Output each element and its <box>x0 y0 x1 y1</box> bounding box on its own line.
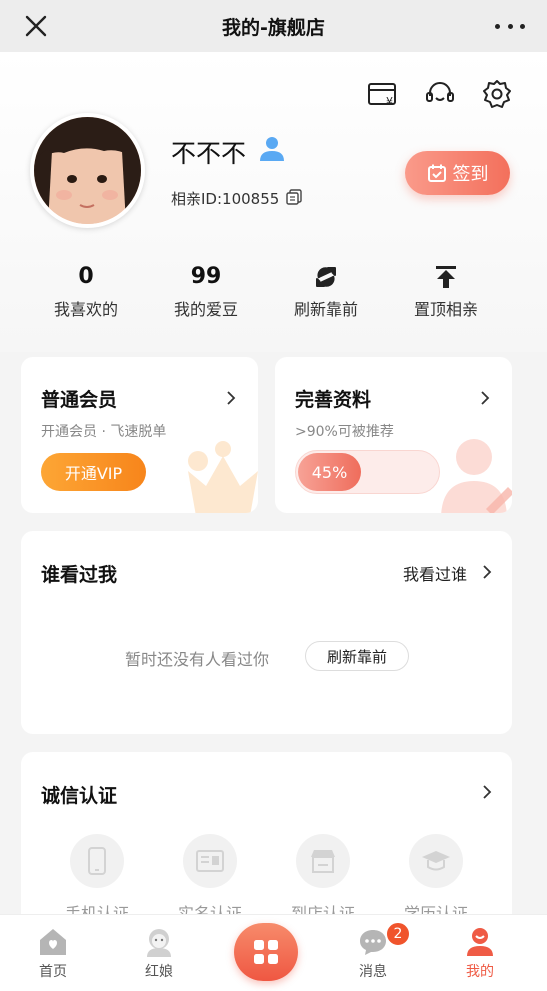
close-icon[interactable] <box>22 12 50 40</box>
grid-icon <box>254 940 278 964</box>
profile-progress-bar: 45% <box>295 450 440 494</box>
stat-likes-value: 0 <box>78 264 94 289</box>
visitors-card: 谁看过我 我看过谁 暂时还没有人看过你 刷新靠前 <box>21 531 512 734</box>
tab-home[interactable]: 首页 <box>18 925 88 981</box>
stat-likes[interactable]: 0 我喜欢的 <box>21 262 151 320</box>
pin-top-icon <box>436 266 456 288</box>
visitors-empty-text: 暂时还没有人看过你 <box>125 650 270 669</box>
profile-completion-card[interactable]: 完善资料 >90%可被推荐 45% <box>275 357 512 513</box>
chevron-right-icon[interactable] <box>480 785 494 799</box>
chevron-right-icon <box>227 391 236 405</box>
cert-education[interactable]: 学历认证 <box>396 834 476 924</box>
avatar-photo <box>34 117 141 224</box>
member-card[interactable]: 普通会员 开通会员 · 飞速脱单 开通VIP <box>21 357 258 513</box>
more-icon[interactable] <box>495 14 525 38</box>
person-edit-decoration-icon <box>441 439 512 513</box>
user-verified-icon <box>260 137 284 161</box>
tab-matchmaker[interactable]: 红娘 <box>124 925 194 981</box>
matchmaker-icon <box>147 929 171 957</box>
stat-pin-top[interactable]: 置顶相亲 <box>381 262 511 320</box>
settings-gear-icon[interactable] <box>481 78 513 110</box>
top-bar: 我的-旗舰店 <box>0 0 547 52</box>
cert-store[interactable]: 到店认证 <box>283 834 363 924</box>
phone-icon <box>88 847 106 875</box>
checkin-button[interactable]: 签到 <box>405 151 510 195</box>
copy-icon[interactable] <box>286 189 302 205</box>
tab-home-label: 首页 <box>39 964 67 980</box>
crown-decoration-icon <box>188 441 258 513</box>
refresh-rank-button[interactable]: 刷新靠前 <box>305 641 409 671</box>
visitors-title: 谁看过我 <box>41 564 118 586</box>
wallet-icon[interactable]: ¥ <box>366 78 398 110</box>
username: 不不不 <box>171 139 247 168</box>
certification-card: 诚信认证 手机认证 实名认证 到 <box>21 752 512 932</box>
member-subtitle: 开通会员 · 飞速脱单 <box>41 424 167 440</box>
open-vip-button[interactable]: 开通VIP <box>41 453 146 491</box>
home-icon <box>40 929 66 955</box>
certification-title: 诚信认证 <box>41 785 118 807</box>
user-id: 相亲ID:100855 <box>171 190 280 208</box>
tab-mine-label: 我的 <box>466 964 494 980</box>
profile-completion-subtitle: >90%可被推荐 <box>295 424 394 440</box>
cert-real-name[interactable]: 实名认证 <box>170 834 250 924</box>
center-menu-button[interactable] <box>234 923 298 981</box>
i-viewed-link[interactable]: 我看过谁 <box>403 561 467 585</box>
tab-messages-label: 消息 <box>359 964 387 980</box>
id-card-icon <box>196 850 224 872</box>
stat-idols-value: 99 <box>190 264 222 289</box>
graduation-cap-icon <box>422 851 450 871</box>
stat-refresh[interactable]: 刷新靠前 <box>261 262 391 320</box>
stat-likes-label: 我喜欢的 <box>53 300 118 319</box>
tab-mine[interactable]: 我的 <box>445 925 515 981</box>
profile-progress-fill: 45% <box>298 453 361 491</box>
avatar[interactable] <box>30 113 145 228</box>
stat-pin-top-label: 置顶相亲 <box>413 300 478 319</box>
member-title: 普通会员 <box>41 389 118 411</box>
chevron-right-icon <box>481 391 490 405</box>
stat-refresh-label: 刷新靠前 <box>293 300 358 319</box>
checkin-label: 签到 <box>452 164 489 185</box>
svg-text:¥: ¥ <box>386 95 393 108</box>
stat-idols[interactable]: 99 我的爱豆 <box>141 262 271 320</box>
store-icon <box>311 850 335 873</box>
page-title: 我的-旗舰店 <box>222 16 325 39</box>
calendar-icon <box>427 164 446 182</box>
tab-matchmaker-label: 红娘 <box>145 964 173 980</box>
profile-completion-title: 完善资料 <box>295 389 372 411</box>
cert-phone[interactable]: 手机认证 <box>57 834 137 924</box>
bottom-tab-bar: 首页 红娘 消息 2 我的 <box>0 914 547 991</box>
profile-icon <box>467 928 493 956</box>
refresh-icon <box>316 267 336 287</box>
chevron-right-icon <box>483 565 492 579</box>
stat-idols-label: 我的爱豆 <box>173 300 238 319</box>
unread-badge: 2 <box>385 921 411 947</box>
customer-service-icon[interactable] <box>424 78 456 110</box>
